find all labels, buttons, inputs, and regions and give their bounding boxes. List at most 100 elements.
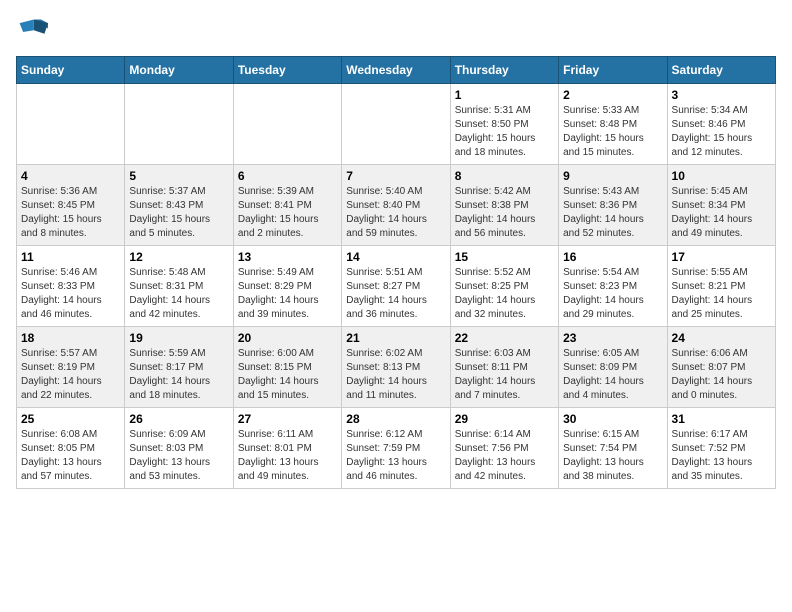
day-number: 3 [672, 88, 771, 102]
day-number: 10 [672, 169, 771, 183]
day-info: Sunrise: 5:52 AMSunset: 8:25 PMDaylight:… [455, 266, 554, 322]
calendar-cell: 13Sunrise: 5:49 AMSunset: 8:29 PMDayligh… [233, 246, 341, 327]
day-info: Sunrise: 5:45 AMSunset: 8:34 PMDaylight:… [672, 185, 771, 241]
day-info: Sunrise: 5:34 AMSunset: 8:46 PMDaylight:… [672, 104, 771, 160]
day-number: 24 [672, 331, 771, 345]
calendar-cell: 8 Sunrise: 5:42 AMSunset: 8:38 PMDaylight… [450, 165, 558, 246]
day-header-tuesday: Tuesday [233, 57, 341, 84]
calendar-cell: 24 Sunrise: 6:06 AMSunset: 8:07 PMDayligh… [667, 327, 775, 408]
day-info: Sunrise: 6:15 AMSunset: 7:54 PMDaylight:… [563, 428, 662, 484]
header [16, 16, 776, 48]
calendar-cell [125, 84, 233, 165]
day-info: Sunrise: 5:55 AMSunset: 8:21 PMDaylight:… [672, 266, 771, 322]
day-info: Sunrise: 6:06 AMSunset: 8:07 PMDaylight:… [672, 347, 771, 403]
day-info: Sunrise: 5:51 AMSunset: 8:27 PMDaylight:… [346, 266, 445, 322]
calendar-cell: 4 Sunrise: 5:36 AMSunset: 8:45 PMDaylight… [17, 165, 125, 246]
calendar-cell: 28 Sunrise: 6:12 AMSunset: 7:59 PMDayligh… [342, 408, 450, 489]
day-number: 2 [563, 88, 662, 102]
calendar-cell: 21 Sunrise: 6:02 AMSunset: 8:13 PMDayligh… [342, 327, 450, 408]
day-header-saturday: Saturday [667, 57, 775, 84]
calendar-cell: 27Sunrise: 6:11 AMSunset: 8:01 PMDayligh… [233, 408, 341, 489]
calendar-cell: 6 Sunrise: 5:39 AMSunset: 8:41 PMDaylight… [233, 165, 341, 246]
calendar-cell: 30 Sunrise: 6:15 AMSunset: 7:54 PMDayligh… [559, 408, 667, 489]
day-info: Sunrise: 5:43 AMSunset: 8:36 PMDaylight:… [563, 185, 662, 241]
calendar-cell [342, 84, 450, 165]
calendar-week-row: 25 Sunrise: 6:08 AMSunset: 8:05 PMDayligh… [17, 408, 776, 489]
calendar-cell [17, 84, 125, 165]
calendar-cell: 26 Sunrise: 6:09 AMSunset: 8:03 PMDayligh… [125, 408, 233, 489]
day-info: Sunrise: 5:57 AMSunset: 8:19 PMDaylight:… [21, 347, 120, 403]
day-number: 8 [455, 169, 554, 183]
day-number: 31 [672, 412, 771, 426]
calendar-cell: 9 Sunrise: 5:43 AMSunset: 8:36 PMDaylight… [559, 165, 667, 246]
calendar-week-row: 18 Sunrise: 5:57 AMSunset: 8:19 PMDayligh… [17, 327, 776, 408]
calendar-cell: 11 Sunrise: 5:46 AMSunset: 8:33 PMDayligh… [17, 246, 125, 327]
calendar-week-row: 11 Sunrise: 5:46 AMSunset: 8:33 PMDayligh… [17, 246, 776, 327]
day-number: 5 [129, 169, 228, 183]
day-info: Sunrise: 6:02 AMSunset: 8:13 PMDaylight:… [346, 347, 445, 403]
day-info: Sunrise: 5:36 AMSunset: 8:45 PMDaylight:… [21, 185, 120, 241]
calendar-cell: 1 Sunrise: 5:31 AMSunset: 8:50 PMDaylight… [450, 84, 558, 165]
day-number: 25 [21, 412, 120, 426]
day-info: Sunrise: 6:11 AMSunset: 8:01 PMDaylight:… [238, 428, 337, 484]
day-number: 4 [21, 169, 120, 183]
day-number: 17 [672, 250, 771, 264]
calendar-cell: 19 Sunrise: 5:59 AMSunset: 8:17 PMDayligh… [125, 327, 233, 408]
day-number: 19 [129, 331, 228, 345]
day-number: 1 [455, 88, 554, 102]
calendar-cell: 29Sunrise: 6:14 AMSunset: 7:56 PMDayligh… [450, 408, 558, 489]
day-number: 9 [563, 169, 662, 183]
calendar-cell [233, 84, 341, 165]
calendar-cell: 16Sunrise: 5:54 AMSunset: 8:23 PMDayligh… [559, 246, 667, 327]
day-info: Sunrise: 5:39 AMSunset: 8:41 PMDaylight:… [238, 185, 337, 241]
calendar-cell: 3 Sunrise: 5:34 AMSunset: 8:46 PMDaylight… [667, 84, 775, 165]
day-header-monday: Monday [125, 57, 233, 84]
day-header-thursday: Thursday [450, 57, 558, 84]
calendar-header-row: SundayMondayTuesdayWednesdayThursdayFrid… [17, 57, 776, 84]
day-info: Sunrise: 6:03 AMSunset: 8:11 PMDaylight:… [455, 347, 554, 403]
day-info: Sunrise: 5:31 AMSunset: 8:50 PMDaylight:… [455, 104, 554, 160]
day-number: 7 [346, 169, 445, 183]
calendar-cell: 10 Sunrise: 5:45 AMSunset: 8:34 PMDayligh… [667, 165, 775, 246]
day-number: 30 [563, 412, 662, 426]
day-info: Sunrise: 6:09 AMSunset: 8:03 PMDaylight:… [129, 428, 228, 484]
calendar-cell: 2 Sunrise: 5:33 AMSunset: 8:48 PMDaylight… [559, 84, 667, 165]
day-info: Sunrise: 6:00 AMSunset: 8:15 PMDaylight:… [238, 347, 337, 403]
day-number: 13 [238, 250, 337, 264]
calendar-cell: 20Sunrise: 6:00 AMSunset: 8:15 PMDayligh… [233, 327, 341, 408]
day-info: Sunrise: 6:12 AMSunset: 7:59 PMDaylight:… [346, 428, 445, 484]
day-number: 11 [21, 250, 120, 264]
calendar-cell: 22Sunrise: 6:03 AMSunset: 8:11 PMDayligh… [450, 327, 558, 408]
day-info: Sunrise: 5:42 AMSunset: 8:38 PMDaylight:… [455, 185, 554, 241]
day-number: 28 [346, 412, 445, 426]
day-info: Sunrise: 5:46 AMSunset: 8:33 PMDaylight:… [21, 266, 120, 322]
calendar-cell: 18 Sunrise: 5:57 AMSunset: 8:19 PMDayligh… [17, 327, 125, 408]
day-info: Sunrise: 5:33 AMSunset: 8:48 PMDaylight:… [563, 104, 662, 160]
calendar-week-row: 4 Sunrise: 5:36 AMSunset: 8:45 PMDaylight… [17, 165, 776, 246]
logo-icon [16, 16, 48, 48]
day-header-wednesday: Wednesday [342, 57, 450, 84]
day-number: 12 [129, 250, 228, 264]
day-info: Sunrise: 6:14 AMSunset: 7:56 PMDaylight:… [455, 428, 554, 484]
day-info: Sunrise: 6:08 AMSunset: 8:05 PMDaylight:… [21, 428, 120, 484]
day-number: 23 [563, 331, 662, 345]
day-number: 16 [563, 250, 662, 264]
day-info: Sunrise: 6:05 AMSunset: 8:09 PMDaylight:… [563, 347, 662, 403]
calendar-cell: 17 Sunrise: 5:55 AMSunset: 8:21 PMDayligh… [667, 246, 775, 327]
day-number: 21 [346, 331, 445, 345]
day-number: 6 [238, 169, 337, 183]
day-header-friday: Friday [559, 57, 667, 84]
calendar-cell: 12Sunrise: 5:48 AMSunset: 8:31 PMDayligh… [125, 246, 233, 327]
logo [16, 16, 52, 48]
day-number: 18 [21, 331, 120, 345]
day-number: 26 [129, 412, 228, 426]
day-info: Sunrise: 5:59 AMSunset: 8:17 PMDaylight:… [129, 347, 228, 403]
calendar-week-row: 1 Sunrise: 5:31 AMSunset: 8:50 PMDaylight… [17, 84, 776, 165]
day-info: Sunrise: 5:37 AMSunset: 8:43 PMDaylight:… [129, 185, 228, 241]
calendar-cell: 25 Sunrise: 6:08 AMSunset: 8:05 PMDayligh… [17, 408, 125, 489]
day-info: Sunrise: 5:40 AMSunset: 8:40 PMDaylight:… [346, 185, 445, 241]
calendar-cell: 5 Sunrise: 5:37 AMSunset: 8:43 PMDaylight… [125, 165, 233, 246]
day-number: 15 [455, 250, 554, 264]
calendar-cell: 7 Sunrise: 5:40 AMSunset: 8:40 PMDaylight… [342, 165, 450, 246]
calendar-cell: 14Sunrise: 5:51 AMSunset: 8:27 PMDayligh… [342, 246, 450, 327]
